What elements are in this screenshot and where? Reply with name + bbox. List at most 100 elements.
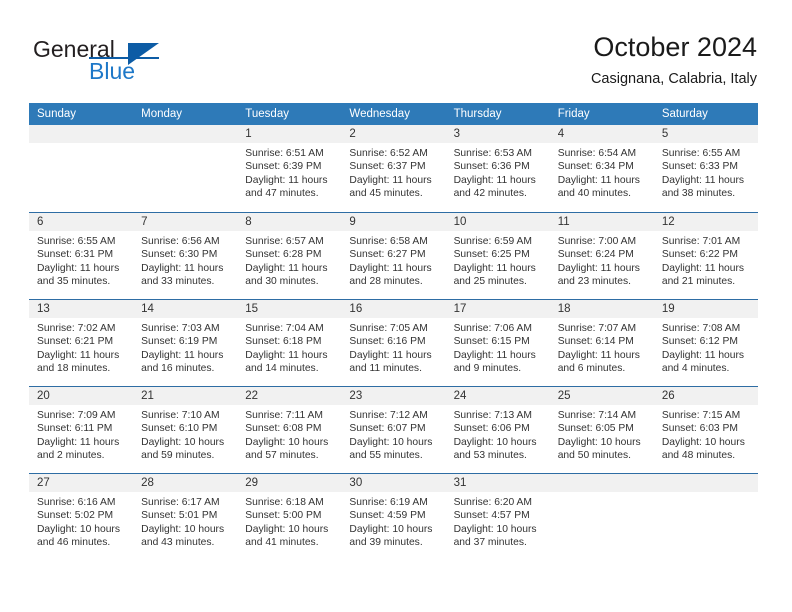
calendar-day-cell[interactable]: 18 Sunrise: 7:07 AM Sunset: 6:14 PM Dayligh…: [549, 300, 654, 386]
calendar-day-cell[interactable]: 13 Sunrise: 7:02 AM Sunset: 6:21 PM Dayligh…: [29, 300, 134, 386]
day-number: 10: [445, 213, 550, 231]
calendar-week-row: 6 Sunrise: 6:55 AM Sunset: 6:31 PM Daylight…: [29, 212, 758, 299]
daylight-text-cont: and 2 minutes.: [37, 450, 105, 462]
calendar-day-cell[interactable]: 5 Sunrise: 6:55 AM Sunset: 6:33 PM Daylight…: [653, 125, 758, 212]
sunrise-text: Sunrise: 6:20 AM: [453, 497, 532, 508]
day-number: 21: [133, 387, 238, 405]
calendar-day-cell[interactable]: 1 Sunrise: 6:51 AM Sunset: 6:39 PM Daylight…: [237, 125, 342, 212]
day-detail-lines: Sunrise: 6:18 AM Sunset: 5:00 PM Daylight:…: [237, 492, 341, 550]
sunrise-text: Sunrise: 6:55 AM: [661, 148, 741, 159]
sunset-text: Sunset: 5:01 PM: [141, 510, 218, 522]
day-detail-lines: Sunrise: 7:09 AM Sunset: 6:11 PM Daylight:…: [29, 405, 133, 463]
calendar-day-cell[interactable]: 8 Sunrise: 6:57 AM Sunset: 6:28 PM Daylight…: [237, 213, 342, 299]
sunset-text: Sunset: 6:16 PM: [349, 336, 426, 348]
day-number: [29, 125, 134, 143]
day-detail-lines: Sunrise: 7:14 AM Sunset: 6:05 PM Daylight:…: [550, 405, 654, 463]
daylight-text-cont: and 14 minutes.: [245, 363, 319, 375]
sunrise-text: Sunrise: 7:10 AM: [141, 410, 220, 421]
calendar-day-cell[interactable]: 21 Sunrise: 7:10 AM Sunset: 6:10 PM Dayligh…: [133, 387, 238, 473]
weekday-header-thursday: Thursday: [453, 108, 502, 120]
day-detail-lines: Sunrise: 6:58 AM Sunset: 6:27 PM Daylight:…: [341, 231, 445, 289]
calendar-day-cell[interactable]: 11 Sunrise: 7:00 AM Sunset: 6:24 PM Dayligh…: [549, 213, 654, 299]
calendar-day-cell[interactable]: 22 Sunrise: 7:11 AM Sunset: 6:08 PM Dayligh…: [237, 387, 342, 473]
calendar-day-cell[interactable]: 2 Sunrise: 6:52 AM Sunset: 6:37 PM Daylight…: [341, 125, 446, 212]
daylight-text: Daylight: 11 hours: [453, 349, 536, 361]
logo-text-blue: Blue: [89, 58, 136, 84]
day-number: 7: [133, 213, 238, 231]
day-number: 29: [237, 474, 342, 492]
calendar-day-cell[interactable]: 26 Sunrise: 7:15 AM Sunset: 6:03 PM Dayligh…: [653, 387, 758, 473]
calendar-day-cell[interactable]: 20 Sunrise: 7:09 AM Sunset: 6:11 PM Dayligh…: [29, 387, 134, 473]
daylight-text-cont: and 11 minutes.: [349, 363, 422, 375]
sunrise-text: Sunrise: 6:55 AM: [37, 236, 116, 247]
day-number: 17: [445, 300, 550, 318]
general-blue-logo[interactable]: General Blue: [33, 36, 213, 88]
calendar-weeks: 1 Sunrise: 6:51 AM Sunset: 6:39 PM Daylight…: [29, 125, 758, 561]
calendar-day-cell[interactable]: 15 Sunrise: 7:04 AM Sunset: 6:18 PM Dayligh…: [237, 300, 342, 386]
day-number: 14: [133, 300, 238, 318]
sunset-text: Sunset: 6:37 PM: [349, 161, 426, 173]
sunrise-text: Sunrise: 7:06 AM: [453, 323, 532, 334]
calendar-day-cell[interactable]: 17 Sunrise: 7:06 AM Sunset: 6:15 PM Dayligh…: [445, 300, 550, 386]
calendar-day-cell[interactable]: 9 Sunrise: 6:58 AM Sunset: 6:27 PM Daylight…: [341, 213, 446, 299]
sunset-text: Sunset: 5:00 PM: [245, 510, 322, 522]
day-number: 27: [29, 474, 134, 492]
sunrise-text: Sunrise: 6:19 AM: [349, 497, 428, 508]
calendar-day-cell[interactable]: 30 Sunrise: 6:19 AM Sunset: 4:59 PM Dayligh…: [341, 474, 446, 561]
day-detail-lines: [133, 143, 237, 147]
calendar-day-cell[interactable]: 29 Sunrise: 6:18 AM Sunset: 5:00 PM Dayligh…: [237, 474, 342, 561]
day-detail-lines: Sunrise: 7:15 AM Sunset: 6:03 PM Daylight:…: [654, 405, 758, 463]
page-title: October 2024: [593, 32, 757, 62]
day-number: 18: [549, 300, 654, 318]
sunrise-text: Sunrise: 7:03 AM: [141, 323, 220, 334]
calendar-day-cell[interactable]: 16 Sunrise: 7:05 AM Sunset: 6:16 PM Dayligh…: [341, 300, 446, 386]
sunset-text: Sunset: 6:33 PM: [661, 161, 738, 173]
calendar-day-cell[interactable]: 7 Sunrise: 6:56 AM Sunset: 6:30 PM Daylight…: [133, 213, 238, 299]
calendar-day-cell[interactable]: 3 Sunrise: 6:53 AM Sunset: 6:36 PM Daylight…: [445, 125, 550, 212]
calendar-day-cell[interactable]: 19 Sunrise: 7:08 AM Sunset: 6:12 PM Dayligh…: [653, 300, 758, 386]
sunset-text: Sunset: 6:39 PM: [245, 161, 322, 173]
day-detail-lines: Sunrise: 6:55 AM Sunset: 6:31 PM Daylight:…: [29, 231, 133, 289]
daylight-text: Daylight: 10 hours: [661, 436, 745, 448]
daylight-text: Daylight: 11 hours: [37, 436, 120, 448]
calendar-day-cell[interactable]: 12 Sunrise: 7:01 AM Sunset: 6:22 PM Dayligh…: [653, 213, 758, 299]
calendar-day-cell[interactable]: 23 Sunrise: 7:12 AM Sunset: 6:07 PM Dayligh…: [341, 387, 446, 473]
daylight-text: Daylight: 11 hours: [37, 349, 120, 361]
calendar-day-cell[interactable]: 28 Sunrise: 6:17 AM Sunset: 5:01 PM Dayligh…: [133, 474, 238, 561]
sunset-text: Sunset: 6:25 PM: [453, 249, 530, 261]
daylight-text: Daylight: 11 hours: [37, 262, 120, 274]
daylight-text: Daylight: 11 hours: [453, 262, 536, 274]
sunrise-text: Sunrise: 7:14 AM: [557, 410, 637, 421]
day-number: 31: [445, 474, 550, 492]
daylight-text: Daylight: 11 hours: [661, 174, 745, 186]
calendar-day-cell[interactable]: 6 Sunrise: 6:55 AM Sunset: 6:31 PM Daylight…: [29, 213, 134, 299]
title-block: October 2024 Casignana, Calabria, Italy: [591, 30, 757, 88]
calendar-day-cell[interactable]: 31 Sunrise: 6:20 AM Sunset: 4:57 PM Dayligh…: [445, 474, 550, 561]
sunset-text: Sunset: 6:10 PM: [141, 423, 218, 435]
daylight-text: Daylight: 11 hours: [349, 349, 432, 361]
calendar-day-cell[interactable]: 24 Sunrise: 7:13 AM Sunset: 6:06 PM Dayligh…: [445, 387, 550, 473]
calendar-day-cell[interactable]: 14 Sunrise: 7:03 AM Sunset: 6:19 PM Dayligh…: [133, 300, 238, 386]
sunrise-text: Sunrise: 6:51 AM: [245, 148, 324, 159]
sunrise-text: Sunrise: 7:02 AM: [37, 323, 116, 334]
daylight-text: Daylight: 11 hours: [245, 262, 328, 274]
day-number: 25: [549, 387, 654, 405]
daylight-text: Daylight: 11 hours: [557, 262, 640, 274]
day-number: 23: [341, 387, 446, 405]
page-subtitle: Casignana, Calabria, Italy: [590, 71, 757, 87]
daylight-text-cont: and 30 minutes.: [245, 276, 319, 288]
daylight-text-cont: and 28 minutes.: [349, 276, 423, 288]
calendar-day-cell[interactable]: 4 Sunrise: 6:54 AM Sunset: 6:34 PM Daylight…: [549, 125, 654, 212]
day-detail-lines: Sunrise: 7:00 AM Sunset: 6:24 PM Daylight:…: [550, 231, 654, 289]
sunset-text: Sunset: 6:36 PM: [453, 161, 530, 173]
weekday-header-row: Sunday Monday Tuesday Wednesday Thursday Frid…: [29, 103, 758, 125]
sunrise-text: Sunrise: 7:05 AM: [349, 323, 428, 334]
calendar-week-row: 1 Sunrise: 6:51 AM Sunset: 6:39 PM Daylight…: [29, 125, 758, 212]
daylight-text-cont: and 43 minutes.: [141, 537, 215, 549]
calendar-day-cell[interactable]: 27 Sunrise: 6:16 AM Sunset: 5:02 PM Dayligh…: [29, 474, 134, 561]
calendar-day-cell[interactable]: 25 Sunrise: 7:14 AM Sunset: 6:05 PM Dayligh…: [549, 387, 654, 473]
sunset-text: Sunset: 6:31 PM: [37, 249, 114, 261]
calendar-day-cell[interactable]: 10 Sunrise: 6:59 AM Sunset: 6:25 PM Dayligh…: [445, 213, 550, 299]
daylight-text-cont: and 45 minutes.: [349, 188, 423, 200]
sunrise-text: Sunrise: 6:59 AM: [453, 236, 532, 247]
